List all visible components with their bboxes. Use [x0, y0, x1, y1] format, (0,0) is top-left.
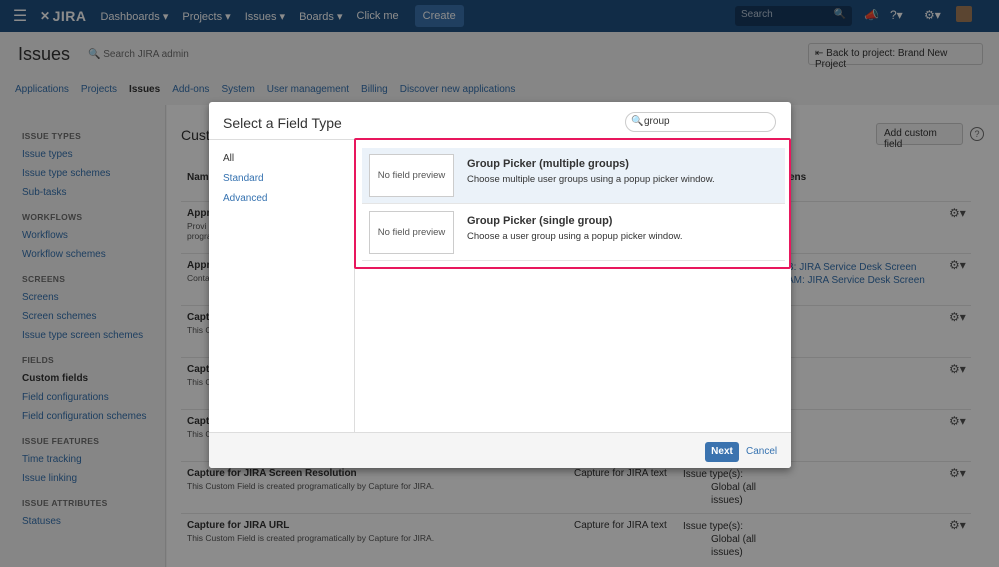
field-type-search-input[interactable]: 🔍 group: [625, 112, 776, 132]
dialog-title: Select a Field Type: [223, 115, 342, 131]
dialog-footer: Next Cancel: [209, 432, 791, 468]
dialog-header: Select a Field Type 🔍 group: [209, 102, 791, 140]
category-all[interactable]: All: [223, 153, 354, 164]
category-standard[interactable]: Standard: [223, 173, 354, 184]
dialog-category-nav: All Standard Advanced: [209, 140, 355, 432]
category-advanced[interactable]: Advanced: [223, 193, 354, 204]
annotation-highlight-box: [354, 138, 791, 269]
search-icon: 🔍: [631, 116, 644, 127]
next-button[interactable]: Next: [705, 442, 739, 462]
cancel-button[interactable]: Cancel: [746, 446, 777, 457]
